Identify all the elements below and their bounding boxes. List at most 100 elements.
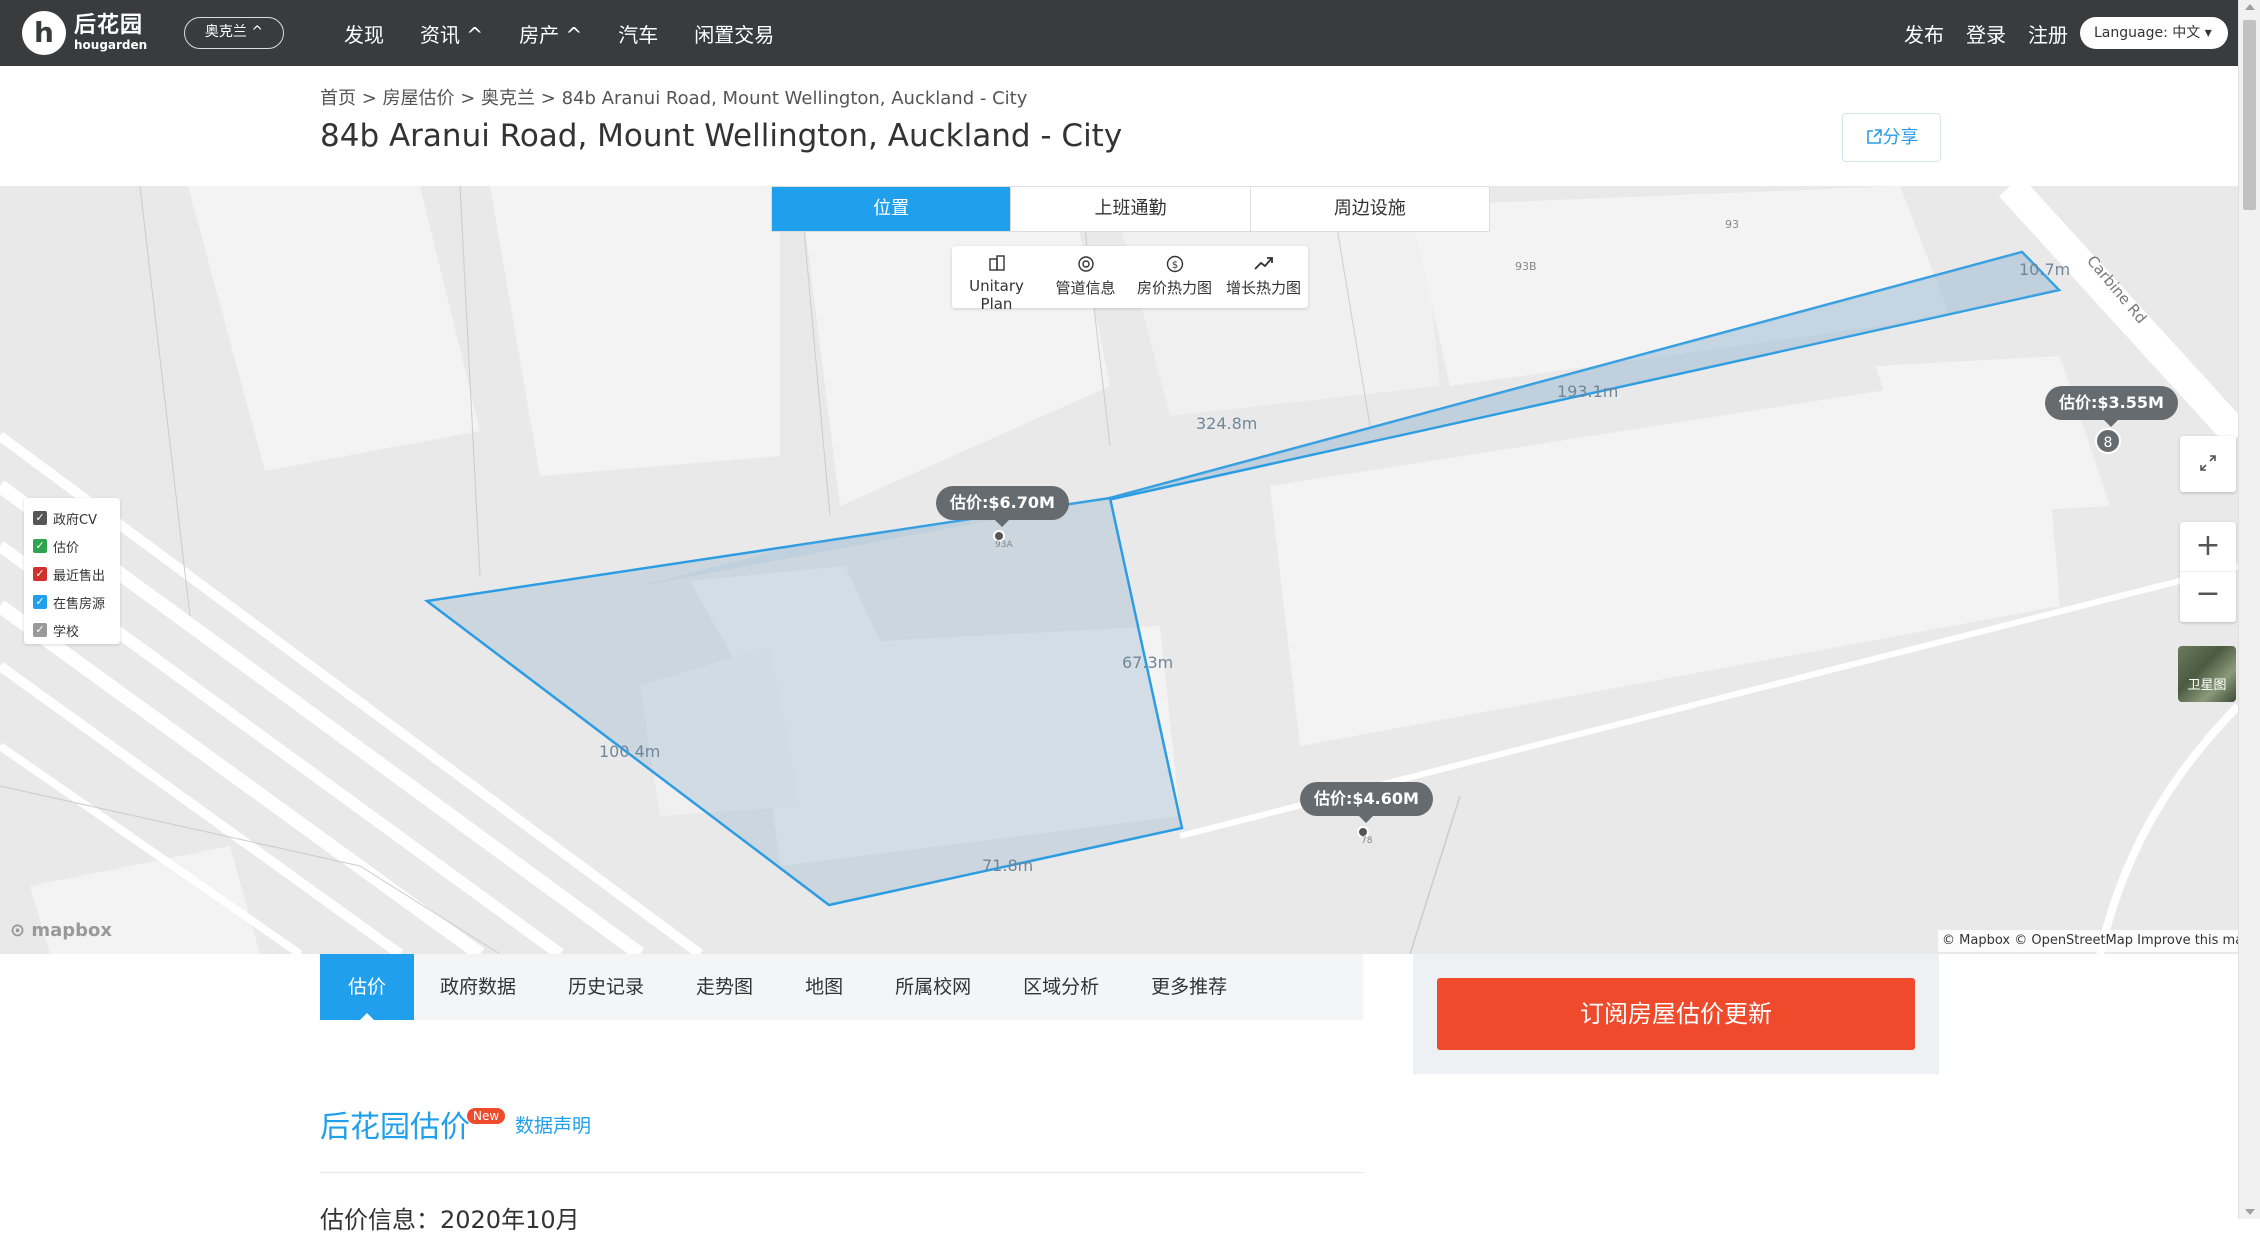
map-tab-location[interactable]: 位置 xyxy=(772,187,1012,231)
scroll-down-icon[interactable] xyxy=(2245,1209,2255,1215)
lot-number: 93B xyxy=(1515,260,1537,273)
fullscreen-button[interactable] xyxy=(2180,436,2236,492)
property-map[interactable]: 位置 上班通勤 周边设施 Unitary Plan 管道信息 $ 房价热力图 增… xyxy=(0,186,2238,954)
top-nav: h 后花园 hougarden 奥克兰 ^ 发现 资讯 ^ 房产 ^ 汽车 闲置… xyxy=(0,0,2238,66)
legend-schools[interactable]: ✓ 学校 xyxy=(33,616,120,644)
map-tab-commute[interactable]: 上班通勤 xyxy=(1011,187,1251,231)
unitary-plan-label: Unitary Plan xyxy=(969,277,1024,313)
divider xyxy=(320,1172,1363,1173)
hougarden-logo[interactable]: h 后花园 hougarden xyxy=(22,11,147,55)
tab-school-zone[interactable]: 所属校网 xyxy=(869,954,997,1020)
share-label: 分享 xyxy=(1882,127,1919,148)
tab-area-analysis[interactable]: 区域分析 xyxy=(997,954,1125,1020)
legend-estimate[interactable]: ✓ 估价 xyxy=(33,532,120,560)
mapbox-logo[interactable]: ⊙ mapbox xyxy=(10,920,112,941)
tab-gov-data[interactable]: 政府数据 xyxy=(414,954,542,1020)
distance-label: 67.3m xyxy=(1122,653,1174,672)
logo-cn: 后花园 xyxy=(74,13,144,38)
cluster-count-badge[interactable]: 8 xyxy=(2095,428,2121,454)
nav-property[interactable]: 房产 ^ xyxy=(519,19,582,48)
tab-history[interactable]: 历史记录 xyxy=(542,954,670,1020)
checkbox-icon[interactable]: ✓ xyxy=(33,623,47,637)
distance-label: 324.8m xyxy=(1196,414,1258,433)
breadcrumb[interactable]: 首页 > 房屋估价 > 奥克兰 > 84b Aranui Road, Mount… xyxy=(320,84,1027,110)
tab-map[interactable]: 地图 xyxy=(779,954,869,1020)
growth-heatmap-tool[interactable]: 增长热力图 xyxy=(1219,246,1308,308)
detail-tabs: 估价 政府数据 历史记录 走势图 地图 所属校网 区域分析 更多推荐 xyxy=(320,954,1363,1020)
language-selector[interactable]: Language: 中文 ▾ xyxy=(2080,17,2228,49)
trend-icon xyxy=(1219,255,1308,277)
price-tag-3-55m[interactable]: 估价:$3.55M xyxy=(2045,386,2178,427)
road xyxy=(1409,795,1461,954)
lot-number: 93 xyxy=(1725,218,1739,231)
share-icon xyxy=(1866,129,1882,144)
legend-label: 政府CV xyxy=(53,512,97,528)
zoom-in-button[interactable]: + xyxy=(2180,522,2236,572)
zoom-out-button[interactable]: − xyxy=(2180,572,2236,622)
price-heatmap-tool[interactable]: $ 房价热力图 xyxy=(1130,246,1219,308)
expand-icon xyxy=(2200,455,2216,471)
property-boundary xyxy=(423,496,1184,907)
price-tag-6-70m[interactable]: 估价:$6.70M xyxy=(936,486,1069,527)
lot-line xyxy=(139,186,191,617)
satellite-toggle[interactable]: 卫星图 xyxy=(2178,646,2236,702)
road xyxy=(2096,703,2238,954)
legend-for-sale[interactable]: ✓ 在售房源 xyxy=(33,588,120,616)
building-block xyxy=(800,186,1110,506)
legend-label: 在售房源 xyxy=(53,596,106,612)
legend-label: 估价 xyxy=(53,540,80,556)
logo-en: hougarden xyxy=(74,38,148,52)
map-view-tabs: 位置 上班通勤 周边设施 xyxy=(771,186,1490,232)
nav-news[interactable]: 资讯 ^ xyxy=(420,19,483,48)
estimate-section-title: 后花园估价 xyxy=(320,1110,470,1145)
new-badge: New xyxy=(467,1108,506,1124)
mapbox-text: mapbox xyxy=(31,920,113,941)
checkbox-icon[interactable]: ✓ xyxy=(33,567,47,581)
nav-cars[interactable]: 汽车 xyxy=(618,19,658,48)
pipe-info-label: 管道信息 xyxy=(1055,279,1116,297)
building-icon xyxy=(952,255,1041,277)
building-block xyxy=(490,186,780,476)
pipe-info-tool[interactable]: 管道信息 xyxy=(1041,246,1130,308)
register-link[interactable]: 注册 xyxy=(2028,19,2068,48)
price-tag-4-60m[interactable]: 估价:$4.60M xyxy=(1300,782,1433,823)
growth-heatmap-label: 增长热力图 xyxy=(1225,279,1301,297)
scroll-up-icon[interactable] xyxy=(2245,4,2255,10)
price-heatmap-label: 房价热力图 xyxy=(1136,279,1212,297)
publish-link[interactable]: 发布 xyxy=(1904,19,1944,48)
nav-marketplace[interactable]: 闲置交易 xyxy=(694,19,774,48)
login-link[interactable]: 登录 xyxy=(1966,19,2006,48)
map-attribution[interactable]: © Mapbox © OpenStreetMap Improve this ma… xyxy=(1938,930,2238,952)
dollar-icon: $ xyxy=(1130,255,1219,277)
data-disclaimer-link[interactable]: 数据声明 xyxy=(515,1111,591,1138)
page-scrollbar[interactable] xyxy=(2238,0,2260,1219)
estimate-info: 估价信息：2020年10月 xyxy=(320,1206,580,1234)
page-title: 84b Aranui Road, Mount Wellington, Auckl… xyxy=(320,118,1123,154)
pin-id: 93A xyxy=(995,540,1013,550)
checkbox-icon[interactable]: ✓ xyxy=(33,539,47,553)
tab-trend[interactable]: 走势图 xyxy=(670,954,779,1020)
subscribe-estimate-button[interactable]: 订阅房屋估价更新 xyxy=(1437,978,1915,1050)
tab-more-recommend[interactable]: 更多推荐 xyxy=(1125,954,1253,1020)
map-tab-facilities[interactable]: 周边设施 xyxy=(1251,187,1489,231)
share-button[interactable]: 分享 xyxy=(1842,113,1941,162)
checkbox-icon[interactable]: ✓ xyxy=(33,595,47,609)
distance-label: 100.4m xyxy=(599,742,661,761)
legend-recently-sold[interactable]: ✓ 最近售出 xyxy=(33,560,120,588)
svg-text:$: $ xyxy=(1171,260,1177,271)
pipe-icon xyxy=(1041,255,1130,277)
main-menu: 发现 资讯 ^ 房产 ^ 汽车 闲置交易 xyxy=(344,0,810,66)
building-block xyxy=(188,186,480,471)
nav-discover[interactable]: 发现 xyxy=(344,19,384,48)
tab-estimate[interactable]: 估价 xyxy=(320,954,415,1020)
unitary-plan-tool[interactable]: Unitary Plan xyxy=(952,246,1041,313)
region-selector[interactable]: 奥克兰 ^ xyxy=(184,17,284,49)
checkbox-icon[interactable]: ✓ xyxy=(33,511,47,525)
legend-gov-cv[interactable]: ✓ 政府CV xyxy=(33,504,120,532)
zoom-controls: + − xyxy=(2180,522,2236,622)
legend-label: 学校 xyxy=(53,624,80,640)
map-legend: ✓ 政府CV ✓ 估价 ✓ 最近售出 ✓ 在售房源 ✓ 学校 xyxy=(24,498,120,644)
scroll-thumb[interactable] xyxy=(2243,20,2256,210)
subscribe-panel: 订阅房屋估价更新 xyxy=(1413,954,1939,1074)
distance-label: 71.8m xyxy=(982,856,1034,875)
